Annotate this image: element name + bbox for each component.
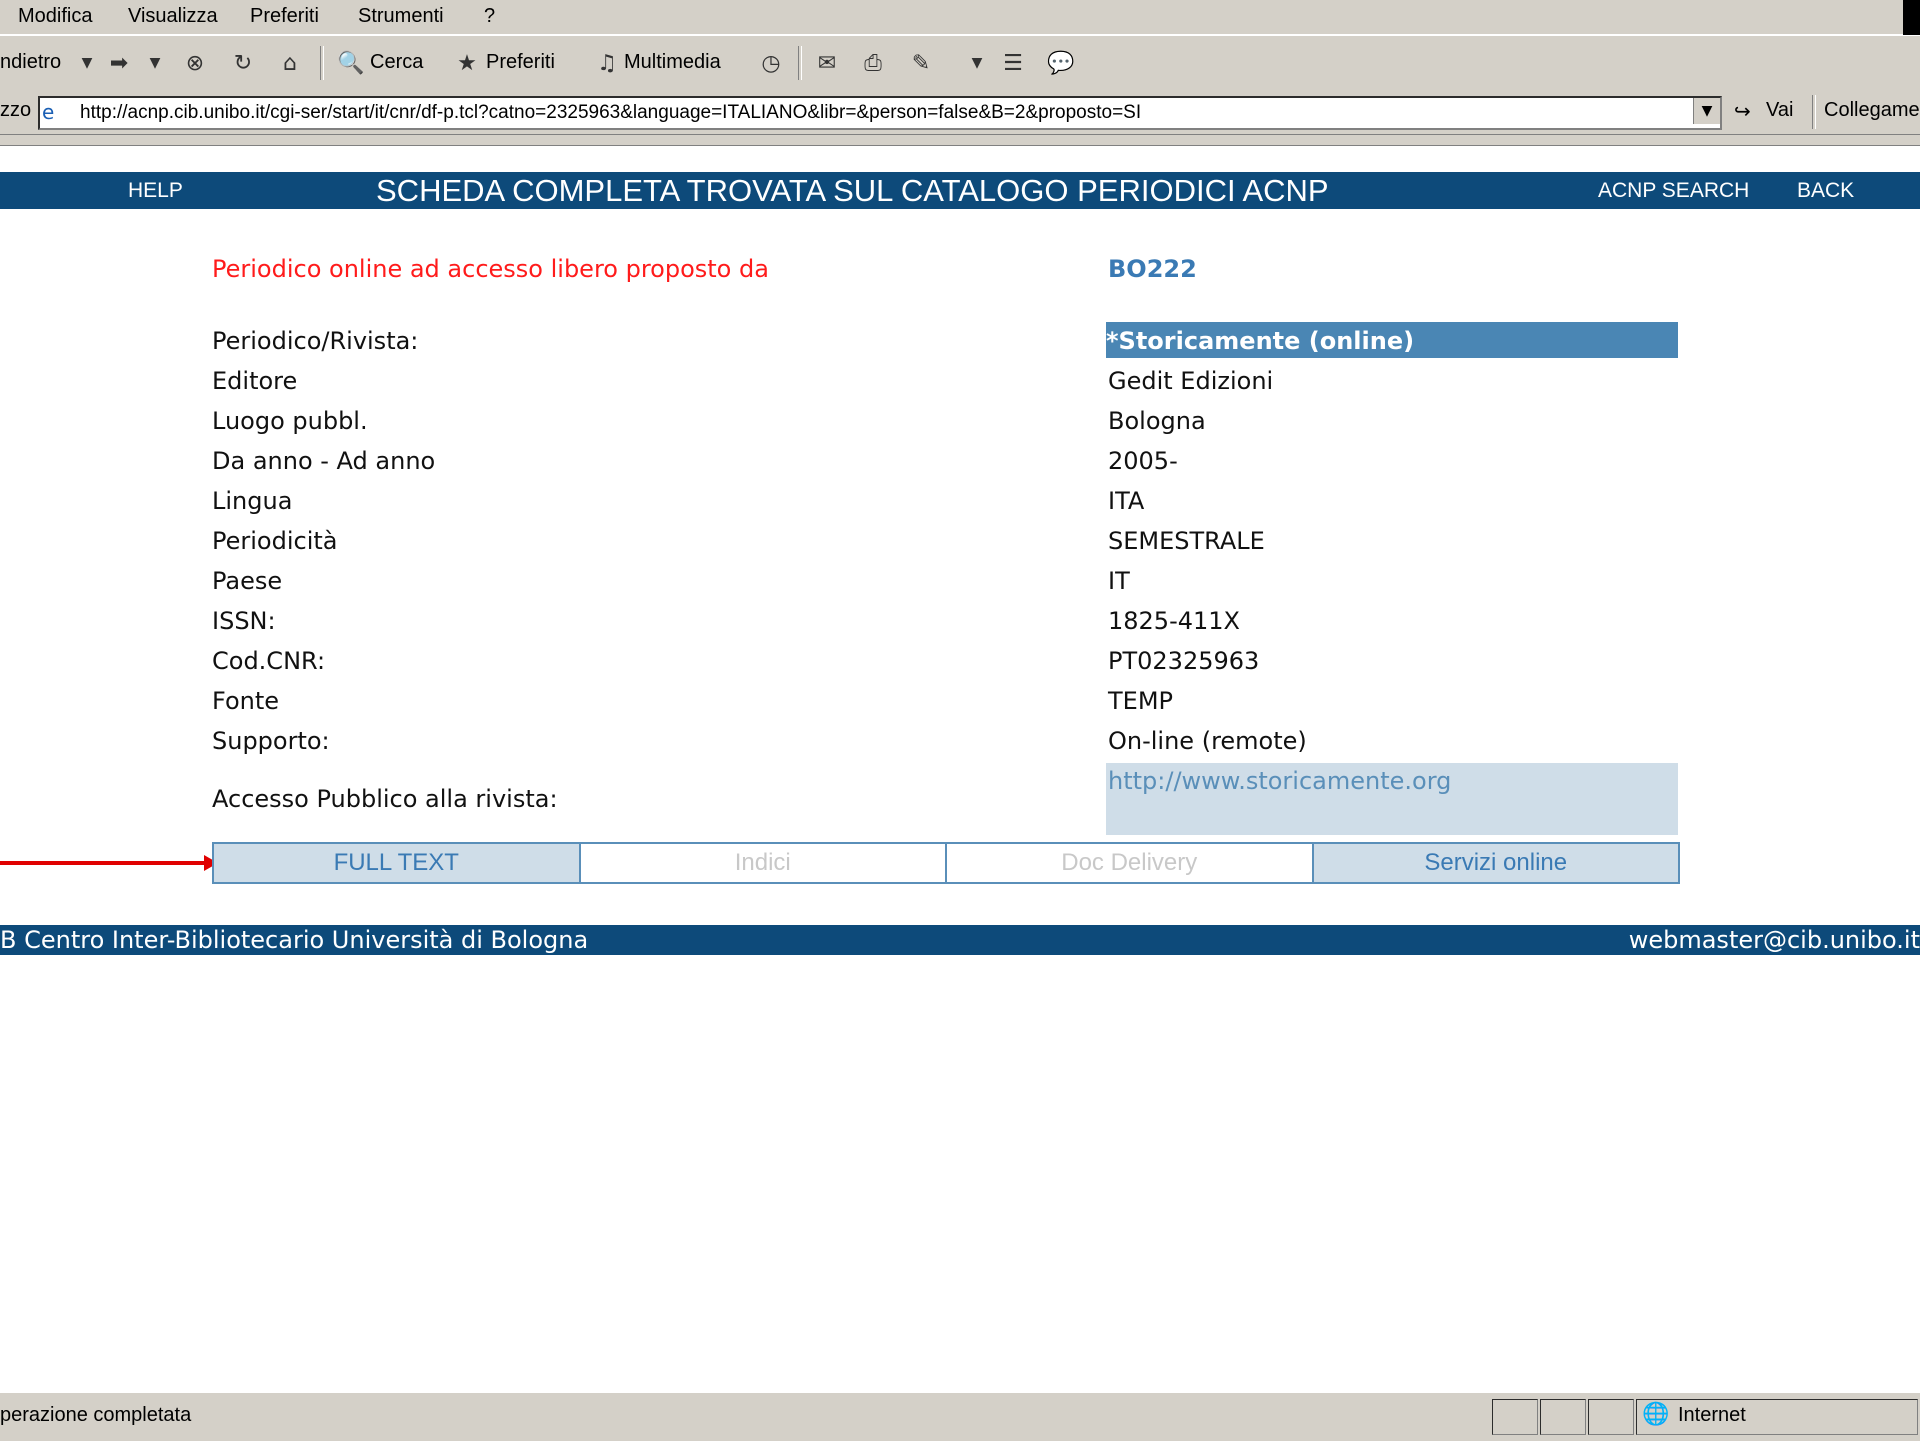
footer-credit: B Centro Inter-Bibliotecario Università …: [0, 926, 589, 954]
ie-page-icon: e: [42, 100, 55, 124]
red-arrow: [0, 861, 206, 865]
home-icon[interactable]: ⌂: [275, 48, 305, 78]
tab-servizi-online[interactable]: Servizi online: [1313, 844, 1678, 882]
discuss-icon[interactable]: ☰: [998, 48, 1028, 78]
status-bar: perazione completata 🌐 Internet: [0, 1392, 1920, 1441]
field-value: ITA: [1108, 487, 1145, 515]
menu-bar: Modifica Visualizza Preferiti Strumenti …: [0, 0, 1920, 40]
go-button[interactable]: Vai: [1766, 99, 1793, 122]
search-button[interactable]: Cerca: [370, 51, 423, 74]
status-pane: [1492, 1399, 1538, 1435]
separator: [320, 46, 324, 80]
field-label: Paese: [212, 567, 283, 595]
separator: [1812, 95, 1816, 129]
help-link[interactable]: HELP: [128, 172, 183, 209]
proposal-code[interactable]: BO222: [1108, 255, 1197, 283]
field-label: Luogo pubbl.: [212, 407, 368, 435]
forward-arrow-icon[interactable]: ➡: [104, 48, 134, 78]
media-button[interactable]: Multimedia: [624, 51, 721, 74]
toolbar: ndietro ▼ ➡ ▼ ⊗ ↻ ⌂ 🔍 Cerca ★ Preferiti …: [0, 35, 1920, 92]
field-label: Cod.CNR:: [212, 647, 326, 675]
back-link[interactable]: BACK: [1797, 172, 1854, 209]
tab-full-text[interactable]: FULL TEXT: [214, 844, 581, 882]
field-value: On-line (remote): [1108, 727, 1307, 755]
menu-preferiti[interactable]: Preferiti: [250, 5, 319, 28]
edit-icon[interactable]: ✎: [906, 48, 936, 78]
mail-icon[interactable]: ✉: [812, 48, 842, 78]
page-title: SCHEDA COMPLETA TROVATA SUL CATALOGO PER…: [376, 173, 1329, 208]
menu-help[interactable]: ?: [484, 5, 495, 28]
messenger-icon[interactable]: 💬: [1046, 48, 1076, 78]
window-edge: [1903, 0, 1920, 40]
address-url[interactable]: http://acnp.cib.unibo.it/cgi-ser/start/i…: [80, 102, 1141, 124]
chevron-down-icon[interactable]: ▼: [1693, 98, 1720, 124]
search-icon: 🔍: [337, 50, 365, 76]
zone-label: Internet: [1678, 1404, 1746, 1426]
chevron-down-icon[interactable]: ▼: [140, 48, 170, 78]
field-value: 1825-411X: [1108, 607, 1240, 635]
links-button[interactable]: Collegame: [1824, 99, 1920, 122]
chrome-bottom: [0, 135, 1920, 146]
journal-title: *Storicamente (online): [1106, 327, 1415, 355]
status-pane: [1540, 1399, 1586, 1435]
status-pane: [1588, 1399, 1634, 1435]
field-label: Lingua: [212, 487, 293, 515]
webmaster-link[interactable]: webmaster@cib.unibo.it: [1629, 926, 1920, 954]
address-input[interactable]: e http://acnp.cib.unibo.it/cgi-ser/start…: [38, 96, 1722, 130]
globe-icon: 🌐: [1642, 1401, 1670, 1426]
proposal-text: Periodico online ad accesso libero propo…: [212, 255, 769, 283]
separator: [798, 46, 802, 80]
field-value: Bologna: [1108, 407, 1206, 435]
field-value: Gedit Edizioni: [1108, 367, 1274, 395]
menu-strumenti[interactable]: Strumenti: [358, 5, 444, 28]
chevron-down-icon[interactable]: ▼: [962, 48, 992, 78]
address-bar: zzo e http://acnp.cib.unibo.it/cgi-ser/s…: [0, 91, 1920, 135]
address-label: zzo: [0, 99, 32, 121]
tab-indici: Indici: [581, 844, 947, 882]
field-value: 2005-: [1108, 447, 1178, 475]
field-value: IT: [1108, 567, 1130, 595]
favorites-button[interactable]: Preferiti: [486, 51, 555, 74]
field-value: TEMP: [1108, 687, 1174, 715]
access-url-link[interactable]: http://www.storicamente.org: [1108, 767, 1451, 795]
field-label: Da anno - Ad anno: [212, 447, 436, 475]
field-value: PT02325963: [1108, 647, 1260, 675]
refresh-icon[interactable]: ↻: [228, 48, 258, 78]
favorites-icon: ★: [457, 50, 477, 76]
field-value: SEMESTRALE: [1108, 527, 1265, 555]
field-label: Fonte: [212, 687, 280, 715]
page-header: HELP SCHEDA COMPLETA TROVATA SUL CATALOG…: [0, 172, 1920, 209]
go-arrow-icon[interactable]: ↪: [1734, 99, 1751, 123]
stop-icon[interactable]: ⊗: [180, 48, 210, 78]
service-tabs: FULL TEXT Indici Doc Delivery Servizi on…: [212, 842, 1680, 884]
tab-doc-delivery: Doc Delivery: [947, 844, 1314, 882]
acnp-search-link[interactable]: ACNP SEARCH: [1598, 172, 1749, 209]
field-label: Periodico/Rivista:: [212, 327, 419, 355]
field-label: Supporto:: [212, 727, 330, 755]
menu-visualizza[interactable]: Visualizza: [128, 5, 218, 28]
chevron-down-icon[interactable]: ▼: [72, 48, 102, 78]
media-icon: ♫: [597, 50, 617, 76]
access-label: Accesso Pubblico alla rivista:: [212, 785, 558, 813]
print-icon[interactable]: ⎙: [858, 48, 888, 78]
field-label: Periodicità: [212, 527, 338, 555]
status-text: perazione completata: [0, 1404, 192, 1426]
field-label: Editore: [212, 367, 298, 395]
back-button[interactable]: ndietro: [0, 51, 61, 74]
history-icon[interactable]: ◷: [756, 48, 786, 78]
menu-modifica[interactable]: Modifica: [18, 5, 92, 28]
page-footer: B Centro Inter-Bibliotecario Università …: [0, 925, 1920, 955]
field-label: ISSN:: [212, 607, 276, 635]
